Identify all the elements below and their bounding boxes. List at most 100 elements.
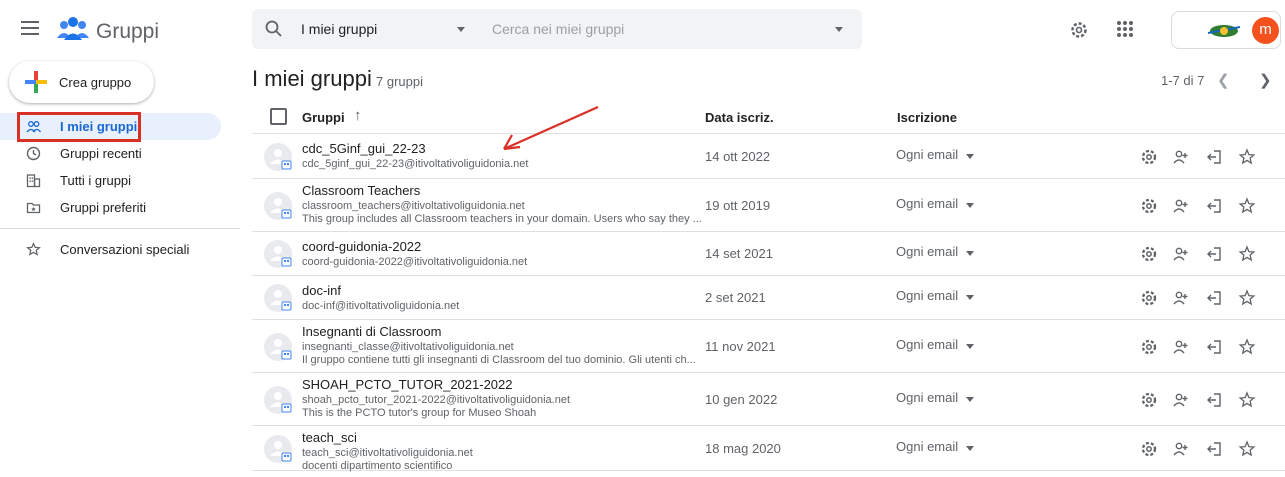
group-description: This is the PCTO tutor's group for Museo…	[302, 407, 537, 419]
subscription-select[interactable]: Ogni email	[896, 147, 958, 162]
favorite-star-icon[interactable]	[1238, 197, 1256, 215]
group-settings-icon[interactable]	[1140, 148, 1158, 166]
chevron-down-icon[interactable]	[966, 344, 974, 349]
search-icon[interactable]	[264, 19, 284, 39]
group-description: This group includes all Classroom teache…	[302, 213, 702, 225]
sidebar-item-special-conversations[interactable]: Conversazioni speciali	[0, 236, 240, 263]
leave-group-icon[interactable]	[1205, 245, 1223, 263]
table-row[interactable]: teach_sci teach_sci@itivoltativoliguidoni…	[252, 426, 1285, 472]
group-settings-icon[interactable]	[1140, 197, 1158, 215]
sidebar-item-all-groups[interactable]: Tutti i gruppi	[0, 167, 240, 194]
leave-group-icon[interactable]	[1205, 148, 1223, 166]
table-row[interactable]: cdc_5Ginf_gui_22-23 cdc_5ginf_gui_22-23@i…	[252, 134, 1285, 179]
group-settings-icon[interactable]	[1140, 338, 1158, 356]
next-page-icon[interactable]: ❯	[1259, 71, 1272, 89]
search-input[interactable]	[492, 17, 822, 41]
subscription-select[interactable]: Ogni email	[896, 244, 958, 259]
account-switcher[interactable]: m	[1171, 11, 1281, 49]
group-avatar-icon	[264, 386, 292, 414]
select-all-checkbox[interactable]	[270, 108, 287, 125]
apps-grid-icon[interactable]	[1117, 21, 1133, 37]
group-settings-icon[interactable]	[1140, 245, 1158, 263]
group-description: docenti dipartimento scientifico	[302, 460, 453, 472]
subscription-select[interactable]: Ogni email	[896, 439, 958, 454]
group-name[interactable]: cdc_5Ginf_gui_22-23	[302, 141, 426, 156]
chevron-down-icon[interactable]	[457, 27, 465, 32]
column-header-groups[interactable]: Gruppi	[302, 110, 345, 125]
chevron-down-icon[interactable]	[966, 154, 974, 159]
sidebar-item-label: Conversazioni speciali	[60, 242, 190, 257]
folder-star-icon	[26, 202, 41, 214]
avatar[interactable]: m	[1252, 17, 1279, 44]
chevron-down-icon[interactable]	[966, 446, 974, 451]
table-row[interactable]: SHOAH_PCTO_TUTOR_2021-2022 shoah_pcto_tut…	[252, 373, 1285, 426]
settings-gear-icon[interactable]	[1069, 20, 1089, 40]
leave-group-icon[interactable]	[1205, 391, 1223, 409]
table-row[interactable]: coord-guidonia-2022 coord-guidonia-2022@i…	[252, 232, 1285, 276]
favorite-star-icon[interactable]	[1238, 391, 1256, 409]
chevron-down-icon[interactable]	[966, 397, 974, 402]
subscription-select[interactable]: Ogni email	[896, 288, 958, 303]
group-settings-icon[interactable]	[1140, 289, 1158, 307]
sort-arrow-up-icon[interactable]: ↑	[354, 107, 362, 124]
group-name[interactable]: Classroom Teachers	[302, 183, 420, 198]
sidebar-item-label: Gruppi preferiti	[60, 200, 146, 215]
main-menu-icon[interactable]	[21, 21, 39, 35]
group-email: doc-inf@itivoltativoliguidonia.net	[302, 300, 460, 312]
favorite-star-icon[interactable]	[1238, 245, 1256, 263]
subscription-select[interactable]: Ogni email	[896, 196, 958, 211]
favorite-star-icon[interactable]	[1238, 338, 1256, 356]
add-member-icon[interactable]	[1172, 391, 1190, 409]
building-icon	[26, 174, 41, 188]
group-email: teach_sci@itivoltativoliguidonia.net	[302, 447, 473, 459]
leave-group-icon[interactable]	[1205, 289, 1223, 307]
sidebar-item-favorite-groups[interactable]: Gruppi preferiti	[0, 194, 240, 221]
group-avatar-icon	[264, 240, 292, 268]
favorite-star-icon[interactable]	[1238, 148, 1256, 166]
column-header-date[interactable]: Data iscriz.	[705, 110, 774, 125]
group-name[interactable]: SHOAH_PCTO_TUTOR_2021-2022	[302, 377, 513, 392]
leave-group-icon[interactable]	[1205, 440, 1223, 458]
group-name[interactable]: Insegnanti di Classroom	[302, 324, 441, 339]
search-scope-select[interactable]: I miei gruppi	[301, 21, 377, 37]
previous-page-icon[interactable]: ❮	[1217, 71, 1230, 89]
group-email: insegnanti_classe@itivoltativoliguidonia…	[302, 341, 514, 353]
subscription-select[interactable]: Ogni email	[896, 390, 958, 405]
sidebar-item-recent-groups[interactable]: Gruppi recenti	[0, 140, 240, 167]
group-name[interactable]: teach_sci	[302, 430, 357, 445]
table-row[interactable]: doc-inf doc-inf@itivoltativoliguidonia.ne…	[252, 276, 1285, 320]
pagination-label: 1-7 di 7	[1161, 73, 1205, 88]
leave-group-icon[interactable]	[1205, 197, 1223, 215]
group-name[interactable]: doc-inf	[302, 283, 341, 298]
add-member-icon[interactable]	[1172, 440, 1190, 458]
join-date: 14 ott 2022	[705, 149, 771, 164]
annotation-arrow	[503, 105, 599, 151]
chevron-down-icon[interactable]	[966, 295, 974, 300]
clock-icon	[26, 146, 41, 161]
column-header-subscription[interactable]: Iscrizione	[897, 110, 957, 125]
add-member-icon[interactable]	[1172, 148, 1190, 166]
table-header: Gruppi ↑ Data iscriz. Iscrizione	[252, 102, 1285, 134]
plus-icon	[25, 71, 47, 93]
chevron-down-icon[interactable]	[966, 251, 974, 256]
join-date: 11 nov 2021	[705, 339, 776, 354]
add-member-icon[interactable]	[1172, 197, 1190, 215]
star-icon	[26, 242, 41, 256]
sidebar-item-label: Tutti i gruppi	[60, 173, 132, 188]
table-row[interactable]: Insegnanti di Classroom insegnanti_classe…	[252, 320, 1285, 373]
search-options-icon[interactable]	[835, 27, 843, 32]
sidebar-divider	[0, 228, 240, 229]
add-member-icon[interactable]	[1172, 245, 1190, 263]
group-name[interactable]: coord-guidonia-2022	[302, 239, 421, 254]
favorite-star-icon[interactable]	[1238, 440, 1256, 458]
table-row[interactable]: Classroom Teachers classroom_teachers@iti…	[252, 179, 1285, 232]
add-member-icon[interactable]	[1172, 289, 1190, 307]
group-settings-icon[interactable]	[1140, 440, 1158, 458]
subscription-select[interactable]: Ogni email	[896, 337, 958, 352]
leave-group-icon[interactable]	[1205, 338, 1223, 356]
group-settings-icon[interactable]	[1140, 391, 1158, 409]
create-group-button[interactable]: Crea gruppo	[9, 61, 154, 103]
chevron-down-icon[interactable]	[966, 203, 974, 208]
favorite-star-icon[interactable]	[1238, 289, 1256, 307]
add-member-icon[interactable]	[1172, 338, 1190, 356]
